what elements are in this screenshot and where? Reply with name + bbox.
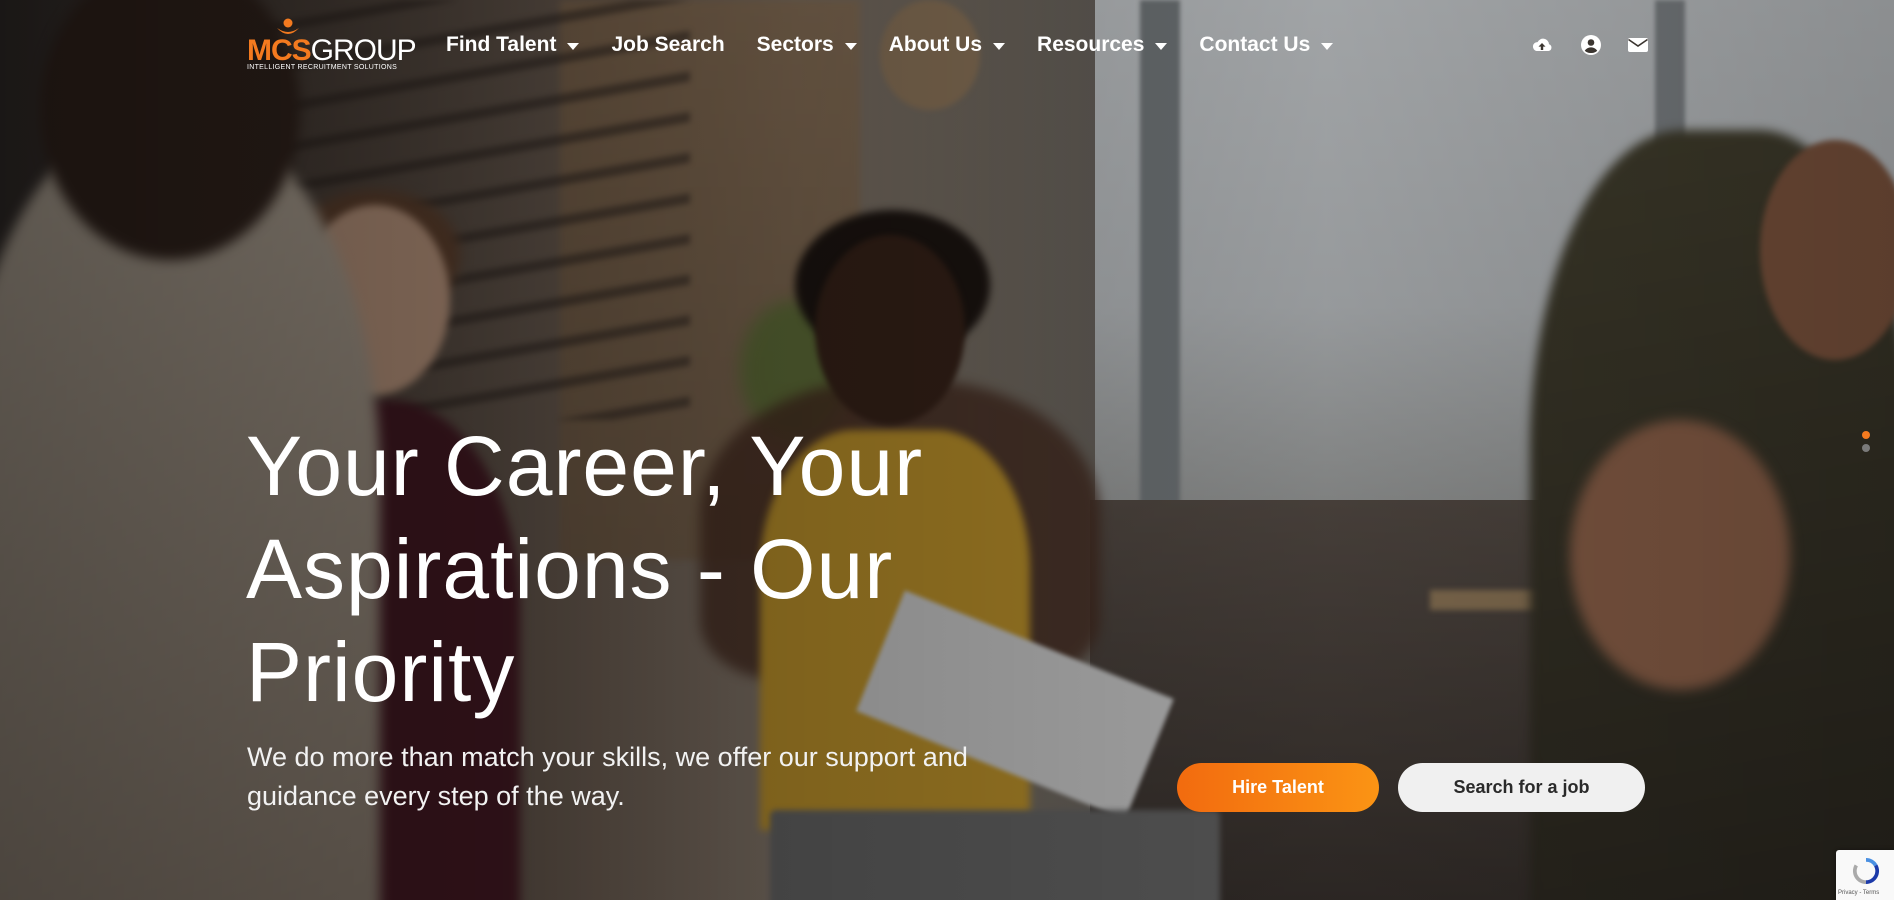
nav-item-label: About Us (888, 33, 983, 56)
caret-down-icon (1321, 43, 1334, 50)
logo-tagline: INTELLIGENT RECRUITMENT SOLUTIONS (247, 64, 398, 71)
hero-title: Your Career, Your Aspirations - Our Prio… (246, 419, 924, 719)
recaptcha-badge[interactable]: Privacy - Terms (1836, 850, 1894, 900)
slider-dot[interactable] (1862, 444, 1870, 452)
cloud-upload-icon[interactable] (1529, 32, 1555, 58)
recaptcha-icon (1852, 857, 1880, 885)
logo-wordmark: MCSGROUP (247, 34, 417, 67)
caret-down-icon (993, 43, 1006, 50)
caret-down-icon (567, 43, 580, 50)
caret-down-icon (1155, 43, 1168, 50)
nav-item-label: Resources (1037, 33, 1145, 56)
mcs-group-logo[interactable]: MCSGROUP INTELLIGENT RECRUITMENT SOLUTIO… (247, 18, 417, 74)
slider-dot-active[interactable] (1862, 431, 1870, 439)
main-nav: Find Talent Job Search Sectors About Us … (446, 30, 1365, 60)
nav-item-label: Sectors (756, 33, 834, 56)
nav-item-sectors[interactable]: Sectors (757, 33, 857, 57)
nav-item-label: Job Search (611, 33, 725, 56)
nav-item-contact-us[interactable]: Contact Us (1199, 33, 1334, 57)
caret-down-icon (844, 43, 857, 50)
recaptcha-links: Privacy - Terms (1838, 890, 1880, 896)
site-header: MCSGROUP INTELLIGENT RECRUITMENT SOLUTIO… (0, 0, 1894, 90)
hire-talent-button[interactable]: Hire Talent (1177, 763, 1379, 812)
hero-subtitle: We do more than match your skills, we of… (247, 742, 968, 811)
nav-item-label: Contact Us (1199, 33, 1311, 56)
nav-item-find-talent[interactable]: Find Talent (446, 33, 580, 57)
nav-item-about-us[interactable]: About Us (888, 33, 1006, 57)
envelope-icon[interactable] (1625, 32, 1651, 58)
search-job-button[interactable]: Search for a job (1398, 763, 1645, 812)
user-account-icon[interactable] (1578, 32, 1604, 58)
slider-pagination (1862, 431, 1872, 457)
nav-item-label: Find Talent (446, 33, 557, 56)
nav-item-job-search[interactable]: Job Search (611, 33, 724, 57)
nav-item-resources[interactable]: Resources (1037, 33, 1168, 57)
